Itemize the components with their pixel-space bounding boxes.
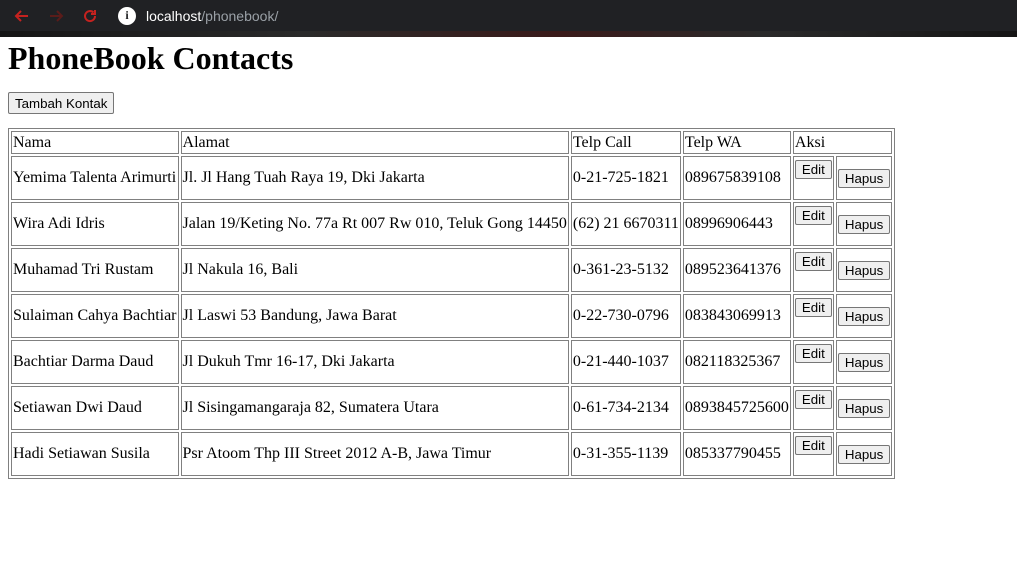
cell-nama: Muhamad Tri Rustam bbox=[11, 248, 179, 292]
table-row: Muhamad Tri Rustam Jl Nakula 16, Bali 0-36… bbox=[11, 248, 893, 292]
edit-button[interactable]: Edit bbox=[794, 344, 832, 363]
cell-alamat: Jl Sisingamangaraja 82, Sumatera Utara bbox=[180, 386, 569, 430]
cell-telp-wa: 083843069913 bbox=[682, 294, 791, 338]
cell-telp-wa: 082118325367 bbox=[682, 340, 791, 384]
cell-telp-call: 0-22-730-0796 bbox=[570, 294, 681, 338]
cell-telp-call: (62) 21 6670311 bbox=[570, 202, 681, 246]
cell-hapus: Hapus bbox=[835, 156, 893, 200]
site-info-icon[interactable]: i bbox=[118, 6, 136, 25]
forward-arrow-icon bbox=[50, 9, 64, 22]
edit-button[interactable]: Edit bbox=[794, 390, 832, 409]
cell-telp-call: 0-31-355-1139 bbox=[570, 432, 681, 476]
cell-edit: Edit bbox=[792, 340, 834, 384]
back-button[interactable] bbox=[10, 4, 34, 28]
url-path: /phonebook/ bbox=[201, 7, 279, 24]
cell-telp-call: 0-21-725-1821 bbox=[570, 156, 681, 200]
cell-nama: Wira Adi Idris bbox=[11, 202, 179, 246]
header-telp-wa: Telp WA bbox=[682, 131, 791, 154]
add-contact-button[interactable]: Tambah Kontak bbox=[8, 92, 115, 114]
header-aksi: Aksi bbox=[792, 131, 893, 154]
table-row: Wira Adi Idris Jalan 19/Keting No. 77a Rt… bbox=[11, 202, 893, 246]
delete-button[interactable]: Hapus bbox=[837, 168, 891, 188]
delete-button[interactable]: Hapus bbox=[837, 398, 891, 418]
cell-alamat: Jl. Jl Hang Tuah Raya 19, Dki Jakarta bbox=[180, 156, 569, 200]
cell-edit: Edit bbox=[792, 248, 834, 292]
cell-hapus: Hapus bbox=[835, 386, 893, 430]
cell-telp-wa: 089675839108 bbox=[682, 156, 791, 200]
cell-alamat: Jalan 19/Keting No. 77a Rt 007 Rw 010, T… bbox=[180, 202, 569, 246]
url-host: localhost bbox=[146, 7, 202, 24]
back-arrow-icon bbox=[14, 9, 28, 22]
cell-nama: Hadi Setiawan Susila bbox=[11, 432, 179, 476]
table-row: Setiawan Dwi Daud Jl Sisingamangaraja 82,… bbox=[11, 386, 893, 430]
cell-hapus: Hapus bbox=[835, 340, 893, 384]
cell-telp-call: 0-21-440-1037 bbox=[570, 340, 681, 384]
edit-button[interactable]: Edit bbox=[794, 436, 832, 455]
cell-nama: Yemima Talenta Arimurti bbox=[11, 156, 179, 200]
browser-toolbar: i localhost/phonebook/ bbox=[0, 0, 1017, 37]
cell-telp-wa: 089523641376 bbox=[682, 248, 791, 292]
edit-button[interactable]: Edit bbox=[794, 252, 832, 271]
cell-hapus: Hapus bbox=[835, 432, 893, 476]
table-row: Hadi Setiawan Susila Psr Atoom Thp III St… bbox=[11, 432, 893, 476]
reload-icon bbox=[84, 9, 97, 22]
cell-hapus: Hapus bbox=[835, 294, 893, 338]
table-row: Yemima Talenta Arimurti Jl. Jl Hang Tuah … bbox=[11, 156, 893, 200]
reload-button[interactable] bbox=[78, 4, 102, 28]
cell-alamat: Jl Laswi 53 Bandung, Jawa Barat bbox=[180, 294, 569, 338]
cell-telp-call: 0-361-23-5132 bbox=[570, 248, 681, 292]
delete-button[interactable]: Hapus bbox=[837, 260, 891, 280]
cell-alamat: Jl Nakula 16, Bali bbox=[180, 248, 569, 292]
cell-hapus: Hapus bbox=[835, 248, 893, 292]
header-alamat: Alamat bbox=[180, 131, 569, 154]
cell-alamat: Jl Dukuh Tmr 16-17, Dki Jakarta bbox=[180, 340, 569, 384]
cell-alamat: Psr Atoom Thp III Street 2012 A-B, Jawa … bbox=[180, 432, 569, 476]
address-bar[interactable]: i localhost/phonebook/ bbox=[118, 3, 278, 29]
cell-telp-wa: 0893845725600 bbox=[682, 386, 791, 430]
page-title: PhoneBook Contacts bbox=[8, 40, 294, 76]
cell-telp-wa: 08996906443 bbox=[682, 202, 791, 246]
cell-edit: Edit bbox=[792, 386, 834, 430]
cell-nama: Bachtiar Darma Daud bbox=[11, 340, 179, 384]
forward-button[interactable] bbox=[44, 4, 68, 28]
cell-edit: Edit bbox=[792, 432, 834, 476]
cell-edit: Edit bbox=[792, 202, 834, 246]
header-nama: Nama bbox=[11, 131, 179, 154]
edit-button[interactable]: Edit bbox=[794, 298, 832, 317]
table-row: Sulaiman Cahya Bachtiar Jl Laswi 53 Bandu… bbox=[11, 294, 893, 338]
page-content: PhoneBook Contacts Tambah Kontak Nama Al… bbox=[0, 38, 1017, 479]
edit-button[interactable]: Edit bbox=[794, 206, 832, 225]
delete-button[interactable]: Hapus bbox=[837, 352, 891, 372]
header-telp-call: Telp Call bbox=[570, 131, 681, 154]
delete-button[interactable]: Hapus bbox=[837, 306, 891, 326]
cell-telp-wa: 085337790455 bbox=[682, 432, 791, 476]
cell-nama: Setiawan Dwi Daud bbox=[11, 386, 179, 430]
cell-telp-call: 0-61-734-2134 bbox=[570, 386, 681, 430]
table-row: Bachtiar Darma Daud Jl Dukuh Tmr 16-17, D… bbox=[11, 340, 893, 384]
cell-nama: Sulaiman Cahya Bachtiar bbox=[11, 294, 179, 338]
cell-edit: Edit bbox=[792, 294, 834, 338]
toolbar-divider bbox=[0, 31, 1017, 37]
table-header-row: Nama Alamat Telp Call Telp WA Aksi bbox=[11, 131, 893, 154]
contacts-table: Nama Alamat Telp Call Telp WA Aksi Yemim… bbox=[8, 128, 896, 479]
edit-button[interactable]: Edit bbox=[794, 160, 832, 179]
cell-edit: Edit bbox=[792, 156, 834, 200]
delete-button[interactable]: Hapus bbox=[837, 444, 891, 464]
cell-hapus: Hapus bbox=[835, 202, 893, 246]
delete-button[interactable]: Hapus bbox=[837, 214, 891, 234]
